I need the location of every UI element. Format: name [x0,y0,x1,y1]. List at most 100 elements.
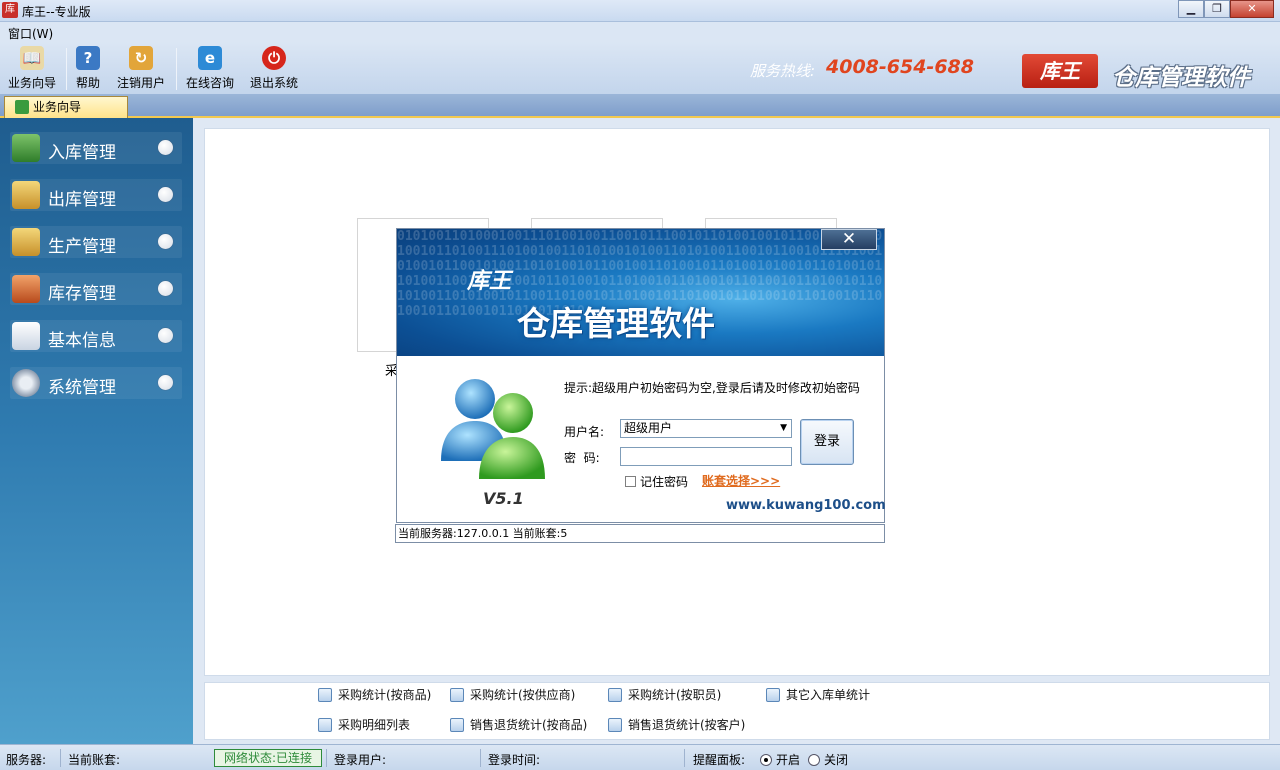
reminder-on-label: 开启 [776,753,801,767]
tab-bar: 业务向导 [0,94,1280,118]
sidebar-item-basic-info[interactable]: 基本信息 [10,320,182,352]
quick-link-label: 销售退货统计(按客户) [628,718,746,732]
login-hint: 提示:超级用户初始密码为空,登录后请及时修改初始密码 [564,381,860,395]
website-label: www.kuwang100.com [726,498,886,513]
report-icon [608,718,622,732]
tab-guide-label: 业务向导 [33,100,82,114]
toolbar-logout-button[interactable]: ↻ 注销用户 [117,46,165,91]
sidebar-item-production[interactable]: 生产管理 [10,226,182,258]
report-icon [766,688,780,702]
report-icon [608,688,622,702]
window-controls: ▁ ❐ ✕ [1178,0,1274,18]
username-label: 用户名: [564,425,605,439]
password-field[interactable] [620,447,792,466]
expand-dot-icon[interactable] [158,140,173,155]
expand-dot-icon[interactable] [158,187,173,202]
sidebar: 入库管理 出库管理 生产管理 库存管理 基本信息 系统管理 [0,118,193,744]
quick-link-purchase-by-staff[interactable]: 采购统计(按职员) [608,686,721,703]
login-banner: 0101001101000100111010010011001011100101… [397,229,884,356]
toolbar-guide-button[interactable]: 📖 业务向导 [8,46,56,91]
remember-password-checkbox[interactable] [625,476,636,487]
toolbar-guide-label: 业务向导 [8,76,57,90]
report-icon [450,718,464,732]
status-login-user-label: 登录用户: [334,753,387,767]
quick-link-label: 采购统计(按职员) [628,688,722,702]
brand-logo: 库王 [1022,54,1098,88]
menu-bar: 窗口(W) [0,22,1280,42]
quick-link-return-by-customer[interactable]: 销售退货统计(按客户) [608,716,745,733]
hotline-number: 4008-654-688 [826,56,974,78]
banner-logo: 库王 [467,268,512,294]
inbound-icon [12,134,40,162]
toolbar: 📖 业务向导 ? 帮助 ↻ 注销用户 e 在线咨询 ⏻ 退出系统 服务热线: 4… [0,42,1280,94]
hotline-label: 服务热线: [750,62,816,80]
quick-link-purchase-detail[interactable]: 采购明细列表 [318,716,410,733]
username-value: 超级用户 [624,421,673,435]
banner-title: 仓库管理软件 [517,304,715,343]
status-separator [480,749,481,767]
expand-dot-icon[interactable] [158,375,173,390]
settings-icon [12,369,40,397]
sidebar-item-label: 出库管理 [48,190,116,210]
status-server-label: 服务器: [6,753,47,767]
dialog-close-button[interactable]: ✕ [821,229,877,250]
tab-guide[interactable]: 业务向导 [4,96,128,118]
sidebar-item-outbound[interactable]: 出库管理 [10,179,182,211]
users-icon [441,379,545,479]
reminder-on-radio[interactable]: 开启 [760,751,800,768]
toolbar-consult-button[interactable]: e 在线咨询 [186,46,234,91]
quick-link-other-inbound[interactable]: 其它入库单统计 [766,686,870,703]
sidebar-item-label: 基本信息 [48,331,116,351]
sidebar-item-label: 生产管理 [48,237,116,257]
reminder-off-label: 关闭 [824,753,849,767]
toolbar-exit-label: 退出系统 [250,76,299,90]
quick-link-label: 采购统计(按供应商) [470,688,576,702]
username-select[interactable]: 超级用户 ▼ [620,419,792,438]
status-separator [60,749,61,767]
warehouse-icon [12,275,40,303]
close-window-icon[interactable]: ✕ [1230,0,1274,18]
sidebar-item-inventory[interactable]: 库存管理 [10,273,182,305]
quick-link-purchase-by-supplier[interactable]: 采购统计(按供应商) [450,686,575,703]
app-icon: 库 [2,2,18,18]
window-title: 库王--专业版 [22,5,91,19]
report-icon [318,718,332,732]
radio-unselected-icon [808,754,820,766]
account-select-link[interactable]: 账套选择>>> [702,472,780,489]
sidebar-item-label: 库存管理 [48,284,116,304]
status-separator [326,749,327,767]
production-icon [12,228,40,256]
password-label: 密 码: [564,451,600,465]
toolbar-consult-label: 在线咨询 [186,76,235,90]
quick-link-purchase-by-product[interactable]: 采购统计(按商品) [318,686,431,703]
status-account-label: 当前账套: [68,753,121,767]
ie-icon: e [198,46,222,70]
network-status-badge: 网络状态:已连接 [214,749,322,767]
status-separator [684,749,685,767]
restore-icon[interactable]: ❐ [1204,0,1230,18]
radio-selected-icon [760,754,772,766]
minimize-icon[interactable]: ▁ [1178,0,1204,18]
expand-dot-icon[interactable] [158,281,173,296]
title-bar: 库 库王--专业版 ▁ ❐ ✕ [0,0,1280,22]
book-icon: 📖 [20,46,44,70]
menu-window[interactable]: 窗口(W) [8,25,53,42]
sidebar-item-inbound[interactable]: 入库管理 [10,132,182,164]
toolbar-help-button[interactable]: ? 帮助 [76,46,100,91]
expand-dot-icon[interactable] [158,328,173,343]
sidebar-item-label: 系统管理 [48,378,116,398]
expand-dot-icon[interactable] [158,234,173,249]
quick-link-return-by-product[interactable]: 销售退货统计(按商品) [450,716,587,733]
status-bar: 服务器: 当前账套: 网络状态:已连接 登录用户: 登录时间: 提醒面板: 开启… [0,744,1280,770]
sidebar-item-system[interactable]: 系统管理 [10,367,182,399]
login-dialog: 0101001101000100111010010011001011100101… [396,228,886,523]
power-icon: ⏻ [262,46,286,70]
report-icon [450,688,464,702]
quick-link-label: 采购明细列表 [338,718,411,732]
quick-link-label: 采购统计(按商品) [338,688,432,702]
login-button[interactable]: 登录 [800,419,854,465]
toolbar-exit-button[interactable]: ⏻ 退出系统 [250,46,298,91]
sidebar-item-label: 入库管理 [48,143,116,163]
reminder-off-radio[interactable]: 关闭 [808,751,848,768]
remember-password-label: 记住密码 [640,475,689,489]
